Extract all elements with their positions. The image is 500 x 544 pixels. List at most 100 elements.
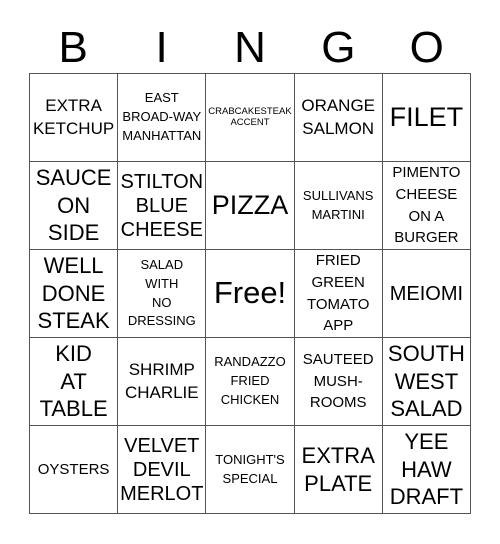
bingo-cell[interactable]: OYSTERS: [30, 426, 119, 514]
bingo-cell-label: FRIED GREEN TOMATO APP: [307, 250, 370, 337]
bingo-cell-line: SPECIAL: [222, 470, 278, 486]
bingo-cell[interactable]: CRABCAKESTEAK ACCENT: [206, 74, 295, 162]
bingo-cell-line: SIDE: [47, 220, 100, 246]
bingo-cell-label: EXTRA PLATE: [302, 442, 375, 497]
bingo-cell[interactable]: SULLIVANS MARTINI: [294, 162, 383, 250]
bingo-cell-label: WELL DONE STEAK: [38, 252, 110, 335]
bingo-cell-label: RANDAZZO FRIED CHICKEN: [214, 353, 286, 410]
bingo-cell[interactable]: PIMENTO CHEESE ON A BURGER: [382, 162, 471, 250]
bingo-cell[interactable]: SAUCE ON SIDE: [30, 162, 119, 250]
bingo-cell-label: FILET: [389, 101, 464, 133]
bingo-cell-line: SAUCE: [35, 165, 112, 191]
header-letter-b: B: [58, 23, 88, 72]
bingo-cell[interactable]: ORANGE SALMON: [294, 74, 383, 162]
bingo-cell-label: SAUCE ON SIDE: [36, 164, 112, 247]
bingo-cell-line: PIMENTO: [392, 164, 461, 181]
bingo-cell-line: CRABCAKESTEAK: [208, 105, 292, 117]
bingo-cell[interactable]: FRIED GREEN TOMATO APP: [294, 250, 383, 338]
bingo-cell-line: FRIED: [230, 373, 270, 389]
bingo-cell[interactable]: TONIGHT'S SPECIAL: [206, 426, 295, 514]
header-letter-n: N: [234, 23, 266, 72]
bingo-cell[interactable]: EAST BROAD-WAY MANHATTAN: [118, 74, 207, 162]
bingo-cell-line: APP: [323, 317, 354, 335]
bingo-cell-line: BURGER: [394, 229, 459, 247]
bingo-cell-line: CHARLIE: [124, 382, 199, 402]
bingo-cell[interactable]: VELVET DEVIL MERLOT: [118, 426, 207, 514]
bingo-cell[interactable]: STILTON BLUE CHEESE: [118, 162, 207, 250]
bingo-cell[interactable]: WELL DONE STEAK: [30, 250, 119, 338]
bingo-cell-line: MEIOMI: [389, 282, 464, 305]
bingo-cell-label: SULLIVANS MARTINI: [303, 187, 374, 225]
bingo-header: B I N G O: [29, 22, 471, 74]
bingo-cell-line: VELVET: [124, 434, 200, 457]
bingo-cell-line: TOMATO: [306, 295, 370, 313]
bingo-cell-label: SHRIMP CHARLIE: [125, 359, 199, 403]
bingo-cell-line: PIZZA: [211, 189, 289, 220]
bingo-cell-line: BROAD-WAY: [122, 109, 202, 125]
bingo-cell-line: TONIGHT'S: [215, 451, 285, 467]
bingo-cell-line: ON A: [408, 207, 445, 225]
bingo-cell-line: CHEESE: [120, 218, 203, 241]
bingo-cell-line: GREEN: [311, 273, 365, 291]
bingo-cell-line: WEST: [394, 368, 459, 394]
bingo-cell[interactable]: PIZZA: [206, 162, 295, 250]
bingo-cell-label: OYSTERS: [38, 459, 110, 481]
bingo-cell-line: OYSTERS: [37, 460, 110, 478]
bingo-cell-line: SALAD: [140, 256, 184, 272]
bingo-cell-line: EXTRA: [45, 96, 102, 116]
bingo-cell-label: SAUTEED MUSH- ROOMS: [303, 349, 374, 414]
bingo-cell[interactable]: YEE HAW DRAFT: [382, 426, 471, 514]
bingo-cell-label: VELVET DEVIL MERLOT: [120, 434, 203, 506]
bingo-cell-line: KETCHUP: [32, 118, 115, 138]
bingo-cell[interactable]: KID AT TABLE: [30, 338, 119, 426]
bingo-cell-line: BLUE: [135, 194, 188, 217]
bingo-cell-line: EXTRA: [301, 443, 375, 468]
bingo-cell-line: STEAK: [37, 308, 110, 334]
header-letter-o: O: [409, 23, 444, 72]
bingo-card-grid: EXTRA KETCHUP EAST BROAD-WAY MANHATTAN CRABCA…: [29, 73, 471, 514]
bingo-cell-line: FILET: [389, 101, 464, 132]
bingo-cell-line: WITH: [145, 275, 179, 291]
bingo-cell[interactable]: SHRIMP CHARLIE: [118, 338, 207, 426]
bingo-cell-label: ORANGE SALMON: [301, 95, 375, 139]
bingo-cell[interactable]: FILET: [382, 74, 471, 162]
bingo-cell-label: SOUTH WEST SALAD: [388, 340, 465, 423]
bingo-cell-line: MUSH-: [313, 372, 363, 390]
bingo-cell-line: DRESSING: [127, 313, 196, 329]
bingo-cell[interactable]: EXTRA PLATE: [294, 426, 383, 514]
bingo-cell-line: CHEESE: [395, 185, 458, 203]
bingo-cell[interactable]: SAUTEED MUSH- ROOMS: [294, 338, 383, 426]
bingo-cell-line: AT: [60, 368, 87, 394]
bingo-cell[interactable]: EXTRA KETCHUP: [30, 74, 119, 162]
bingo-cell[interactable]: SOUTH WEST SALAD: [382, 338, 471, 426]
bingo-cell-line: HAW: [401, 456, 452, 482]
bingo-cell-line: SAUTEED: [302, 350, 374, 368]
bingo-cell-line: SULLIVANS: [302, 187, 374, 203]
free-space-cell[interactable]: Free!: [206, 250, 295, 338]
bingo-cell-label: YEE HAW DRAFT: [390, 428, 463, 511]
bingo-cell-label: KID AT TABLE: [40, 340, 108, 423]
bingo-cell-line: DEVIL: [132, 458, 191, 481]
header-letter-i: I: [155, 23, 168, 72]
bingo-cell-label: EXTRA KETCHUP: [33, 95, 114, 139]
bingo-cell-line: ON: [57, 192, 91, 218]
bingo-cell-label: Free!: [214, 276, 286, 310]
bingo-cell-line: RANDAZZO: [214, 354, 286, 370]
bingo-cell-line: STILTON: [120, 170, 204, 193]
bingo-cell-label: STILTON BLUE CHEESE: [120, 170, 203, 242]
bingo-cell[interactable]: RANDAZZO FRIED CHICKEN: [206, 338, 295, 426]
bingo-cell-line: PLATE: [304, 470, 373, 496]
bingo-cell-line: SALMON: [302, 118, 375, 138]
bingo-cell-label: TONIGHT'S SPECIAL: [215, 451, 284, 489]
bingo-cell[interactable]: MEIOMI: [382, 250, 471, 338]
bingo-cell-line: Free!: [213, 275, 287, 311]
bingo-cell[interactable]: SALAD WITH NO DRESSING: [118, 250, 207, 338]
bingo-cell-line: TABLE: [39, 396, 108, 422]
bingo-cell-line: ORANGE: [301, 96, 376, 116]
bingo-cell-line: MANHATTAN: [122, 127, 202, 143]
bingo-cell-line: SOUTH: [387, 341, 465, 367]
bingo-cell-line: ROOMS: [309, 394, 367, 412]
bingo-cell-line: CHICKEN: [220, 391, 280, 407]
bingo-cell-line: MERLOT: [120, 482, 204, 505]
bingo-cell-line: SHRIMP: [128, 360, 195, 380]
